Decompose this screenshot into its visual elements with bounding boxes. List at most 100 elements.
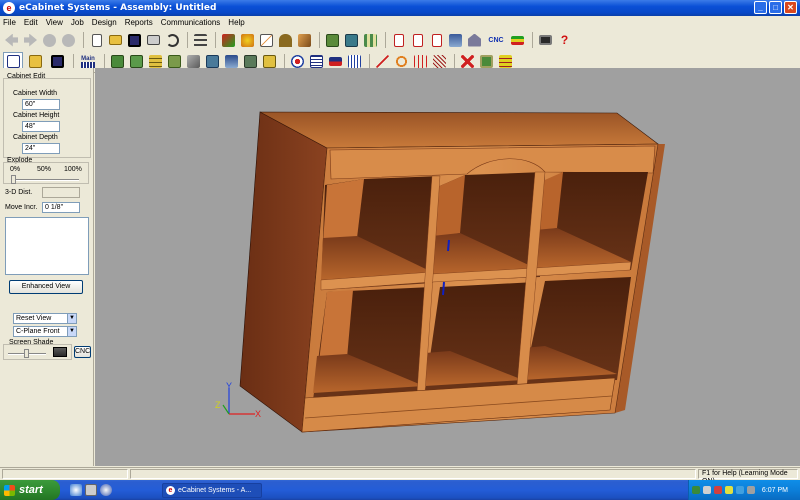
toolbar-separator <box>385 32 386 48</box>
forward-button[interactable] <box>22 32 39 49</box>
table-icon <box>499 55 512 68</box>
browser-icon[interactable] <box>70 484 82 496</box>
cabinet-depth-input[interactable]: 24" <box>22 143 60 154</box>
minimize-button[interactable]: _ <box>754 1 767 14</box>
grid-icon <box>364 33 377 47</box>
menu-edit[interactable]: Edit <box>24 18 38 27</box>
machine-icon <box>449 33 462 47</box>
tray-misc-icon[interactable] <box>747 486 755 494</box>
cplane-select[interactable]: C-Plane Front ▼ <box>13 326 77 337</box>
monitor-button[interactable] <box>537 32 554 49</box>
refresh-icon <box>62 33 75 47</box>
stop-button[interactable] <box>41 32 58 49</box>
report-d-button[interactable] <box>428 32 445 49</box>
menu-communications[interactable]: Communications <box>161 18 221 27</box>
status-help-text: F1 for Help (Learning Mode ON) <box>698 469 798 485</box>
tray-network-icon[interactable] <box>692 486 700 494</box>
menu-job[interactable]: Job <box>71 18 84 27</box>
quick-launch <box>70 484 112 496</box>
photo-icon <box>480 55 493 68</box>
frame-icon <box>187 55 200 68</box>
open-button[interactable] <box>107 32 124 49</box>
machine-button[interactable] <box>447 32 464 49</box>
reset-view-select[interactable]: Reset View ▼ <box>13 313 77 324</box>
home-machine-button[interactable] <box>466 32 483 49</box>
cnc-button[interactable]: CNC <box>74 346 91 358</box>
close-button[interactable]: ✕ <box>784 1 797 14</box>
part-icon <box>244 55 257 68</box>
home-machine-icon <box>468 33 481 47</box>
axis-x-label: X <box>255 409 261 419</box>
explode-slider-track[interactable] <box>11 179 79 181</box>
cabinet-height-input[interactable]: 48" <box>22 121 60 132</box>
grid-button[interactable] <box>362 32 379 49</box>
windows-logo-icon <box>4 484 15 496</box>
info-box <box>5 217 89 275</box>
3d-viewport[interactable]: Y X Z <box>95 68 800 466</box>
refresh-button[interactable] <box>60 32 77 49</box>
paint-button[interactable] <box>220 32 237 49</box>
taskbar: start <box>0 480 800 500</box>
divide-icon <box>414 55 427 68</box>
axis-z-label: Z <box>215 400 221 410</box>
tray-update-icon[interactable] <box>736 486 744 494</box>
arch-button[interactable] <box>277 32 294 49</box>
menu-reports[interactable]: Reports <box>125 18 153 27</box>
new-button[interactable] <box>88 32 105 49</box>
cabinet2-icon <box>345 33 358 47</box>
help-button[interactable]: ? <box>556 32 573 49</box>
move-incr-input[interactable]: 0 1/8" <box>42 202 80 213</box>
delete-x-icon <box>461 55 474 68</box>
cabinet2-button[interactable] <box>343 32 360 49</box>
explode-tick-0: 0% <box>10 166 21 173</box>
flag-button[interactable] <box>509 32 526 49</box>
maximize-button[interactable]: □ <box>769 1 782 14</box>
settings-button[interactable] <box>192 32 209 49</box>
menu-design[interactable]: Design <box>92 18 117 27</box>
start-button[interactable]: start <box>0 480 60 500</box>
tray-volume-icon[interactable] <box>725 486 733 494</box>
taskbar-item-ecabinet[interactable]: e eCabinet Systems - A... <box>162 483 262 498</box>
menu-file[interactable]: File <box>3 18 16 27</box>
media-icon[interactable] <box>100 484 112 496</box>
undo-button[interactable] <box>164 32 181 49</box>
cabinet-green-icon <box>130 55 143 68</box>
menu-view[interactable]: View <box>46 18 63 27</box>
shelf-icon <box>206 55 219 68</box>
report-b-button[interactable] <box>390 32 407 49</box>
menu-help[interactable]: Help <box>228 18 244 27</box>
start-label: start <box>19 484 43 496</box>
selection-marker-1 <box>447 239 450 252</box>
status-cell-2 <box>130 469 696 479</box>
cabinet-width-input[interactable]: 60" <box>22 99 60 110</box>
view-toggle-icon <box>6 55 20 68</box>
tray-security-icon[interactable] <box>714 486 722 494</box>
status-cell-1 <box>2 469 128 479</box>
screen-shade-slider-thumb[interactable] <box>24 349 29 358</box>
shade-preview-icon <box>53 347 67 357</box>
cabinet-height-label: Cabinet Height <box>13 112 60 119</box>
delete-part-icon <box>329 57 342 66</box>
report-c-button[interactable] <box>409 32 426 49</box>
wand-button[interactable] <box>239 32 256 49</box>
back-button[interactable] <box>3 32 20 49</box>
explode-slider-thumb[interactable] <box>11 175 16 184</box>
save-button[interactable] <box>126 32 143 49</box>
desktop-icon[interactable] <box>85 484 97 496</box>
wand-icon <box>241 33 254 47</box>
main-icon <box>81 61 95 68</box>
move-incr-label: Move Incr. <box>5 204 38 211</box>
print-button[interactable] <box>145 32 162 49</box>
tray-app-icon[interactable] <box>703 486 711 494</box>
undo-icon <box>166 33 179 47</box>
cnc-toolbar-button[interactable]: CNC <box>485 32 507 49</box>
new-file-icon <box>91 33 102 47</box>
enhanced-view-button[interactable]: Enhanced View <box>9 280 83 294</box>
reset-view-value: Reset View <box>16 315 52 322</box>
line-tool-icon <box>376 55 389 68</box>
monitor-icon <box>539 35 552 45</box>
draw-button[interactable] <box>258 32 275 49</box>
cabinet-button[interactable] <box>324 32 341 49</box>
panel-button[interactable] <box>296 32 313 49</box>
chevron-down-icon: ▼ <box>67 314 76 323</box>
